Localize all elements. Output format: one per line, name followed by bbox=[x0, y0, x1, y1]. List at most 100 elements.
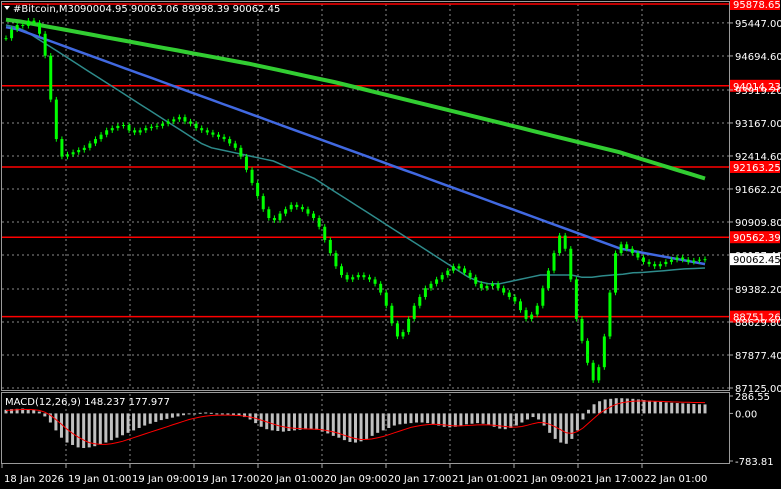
macd-bar bbox=[614, 398, 618, 414]
candle-body bbox=[166, 121, 170, 124]
macd-bar bbox=[686, 403, 690, 414]
candle-body bbox=[546, 270, 550, 289]
candle-body bbox=[155, 125, 159, 127]
macd-bar bbox=[648, 400, 652, 414]
macd-bar bbox=[509, 413, 513, 428]
candle-body bbox=[669, 259, 673, 262]
candle-body bbox=[278, 213, 282, 221]
candle-body bbox=[625, 244, 629, 249]
macd-bar bbox=[697, 404, 701, 414]
candle-body bbox=[418, 296, 422, 306]
y-tick-label: 91662.20 bbox=[735, 185, 781, 196]
candle-body bbox=[71, 152, 75, 155]
candle-body bbox=[412, 305, 416, 319]
macd-bar bbox=[464, 413, 468, 425]
trading-chart[interactable]: 95878.6594014.2392163.2590562.3988751.26… bbox=[0, 0, 781, 489]
candle-body bbox=[435, 279, 439, 284]
macd-bar bbox=[431, 413, 435, 425]
candle-body bbox=[38, 22, 42, 34]
symbol-label: #Bitcoin,M30 bbox=[13, 4, 80, 15]
macd-bar bbox=[165, 413, 169, 419]
candle-body bbox=[4, 38, 8, 40]
y-tick-label: 89382.20 bbox=[735, 285, 781, 296]
candle-body bbox=[205, 130, 209, 133]
macd-bar bbox=[642, 400, 646, 414]
macd-bar bbox=[542, 413, 546, 426]
candle-body bbox=[463, 268, 467, 273]
macd-bar bbox=[93, 413, 97, 447]
macd-bar bbox=[365, 413, 369, 439]
candle-body bbox=[580, 318, 584, 341]
macd-bar bbox=[193, 413, 197, 415]
macd-bar bbox=[71, 413, 75, 445]
macd-bar bbox=[437, 413, 441, 426]
macd-bar bbox=[159, 413, 163, 421]
macd-bar bbox=[620, 398, 624, 414]
candle-body bbox=[569, 248, 573, 280]
candle-body bbox=[563, 235, 567, 249]
candle-body bbox=[401, 332, 405, 337]
y-tick-label: 95447.00 bbox=[735, 19, 781, 30]
candle-body bbox=[172, 119, 176, 122]
x-tick-label: 22 Jan 01:00 bbox=[644, 474, 707, 485]
candle-body bbox=[60, 139, 64, 157]
macd-bar bbox=[570, 413, 574, 439]
macd-bar bbox=[76, 413, 80, 448]
candle-body bbox=[222, 136, 226, 140]
macd-bar bbox=[664, 402, 668, 414]
x-tick-label: 21 Jan 09:00 bbox=[516, 474, 579, 485]
candle-body bbox=[373, 279, 377, 284]
candle-body bbox=[82, 147, 86, 151]
macd-bar bbox=[154, 413, 158, 422]
macd-bar bbox=[653, 401, 657, 414]
macd-bar bbox=[309, 413, 313, 430]
macd-bar bbox=[287, 413, 291, 432]
candle-body bbox=[558, 235, 562, 254]
x-tick-label: 19 Jan 01:00 bbox=[68, 474, 131, 485]
candle-body bbox=[144, 128, 148, 131]
candle-body bbox=[697, 259, 701, 261]
candle-body bbox=[295, 204, 299, 208]
candle-body bbox=[518, 301, 522, 311]
macd-bar bbox=[681, 403, 685, 414]
candle-body bbox=[535, 305, 539, 315]
macd-bar bbox=[426, 413, 430, 424]
candle-body bbox=[54, 99, 58, 140]
macd-bar bbox=[559, 413, 563, 443]
candle-body bbox=[323, 226, 327, 240]
macd-bar bbox=[148, 413, 152, 424]
macd-bar bbox=[598, 401, 602, 414]
y-tick-label: 93919.20 bbox=[735, 86, 781, 97]
y-tick-label: 92414.60 bbox=[735, 152, 781, 163]
candle-body bbox=[446, 270, 450, 276]
candle-body bbox=[88, 143, 92, 148]
macd-bar bbox=[381, 413, 385, 431]
candle-body bbox=[608, 292, 612, 337]
candle-body bbox=[328, 239, 332, 254]
candle-body bbox=[703, 259, 707, 261]
candle-body bbox=[636, 253, 640, 258]
macd-bar bbox=[220, 413, 224, 415]
macd-label: MACD(12,26,9) 148.237 177.977 bbox=[5, 397, 170, 408]
candle-body bbox=[362, 275, 366, 278]
macd-bar bbox=[121, 413, 124, 436]
x-tick-label: 20 Jan 17:00 bbox=[388, 474, 451, 485]
candle-body bbox=[641, 257, 645, 262]
candle-body bbox=[356, 275, 360, 278]
candle-body bbox=[256, 182, 260, 197]
macd-bar bbox=[137, 413, 141, 428]
candle-body bbox=[658, 264, 662, 267]
candle-body bbox=[10, 29, 14, 39]
macd-bar bbox=[398, 413, 402, 425]
candle-body bbox=[189, 121, 193, 124]
macd-bar bbox=[315, 413, 319, 430]
macd-bar bbox=[575, 413, 579, 431]
macd-bar bbox=[459, 413, 463, 426]
macd-bar bbox=[182, 413, 186, 416]
candle-body bbox=[614, 253, 618, 293]
candle-body bbox=[345, 275, 349, 280]
macd-bar bbox=[276, 413, 280, 432]
candle-body bbox=[183, 117, 187, 122]
candle-body bbox=[485, 286, 489, 289]
candle-body bbox=[664, 261, 668, 265]
